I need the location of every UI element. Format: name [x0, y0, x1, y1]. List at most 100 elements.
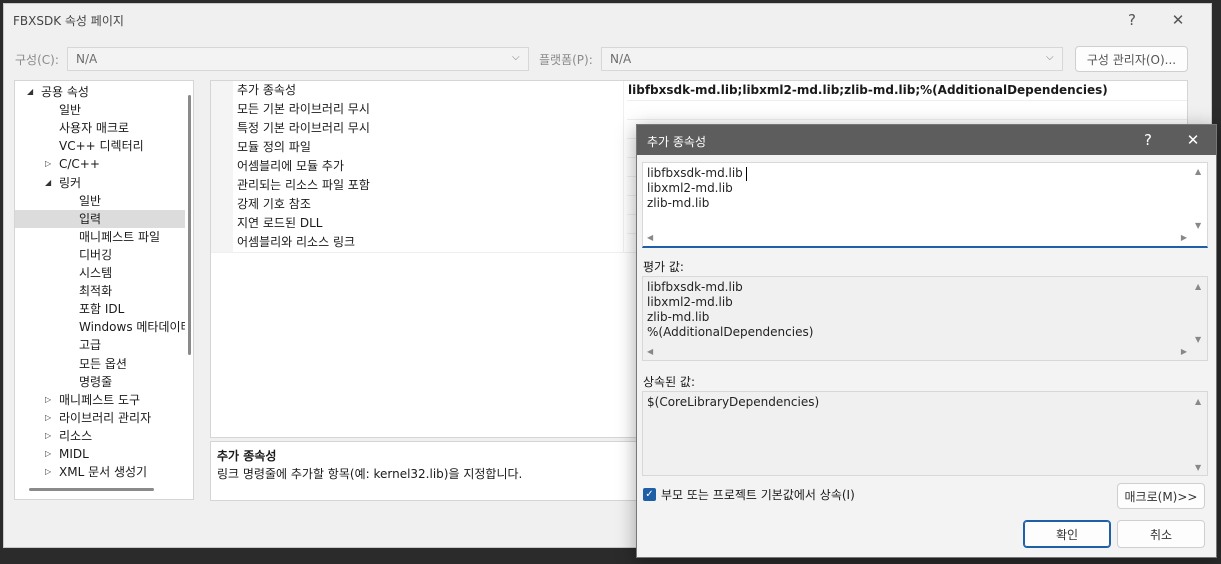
- tree-item[interactable]: VC++ 디렉터리: [15, 137, 185, 155]
- expand-arrow-icon[interactable]: ▷: [45, 445, 55, 463]
- description-text: 링크 명령줄에 추가할 항목(예: kernel32.lib)을 지정합니다.: [217, 467, 523, 481]
- tree-item-label: XML 문서 생성기: [59, 465, 148, 480]
- property-value[interactable]: [623, 100, 1187, 119]
- inherit-checkbox-row[interactable]: ✓ 부모 또는 프로젝트 기본값에서 상속(I): [643, 486, 855, 503]
- text-line: zlib-md.lib: [647, 310, 710, 324]
- tree-item[interactable]: 사용자 매크로: [15, 119, 185, 137]
- vertical-scrollbar[interactable]: ▲ ▼: [1191, 277, 1207, 346]
- dependencies-edit-box[interactable]: libfbxsdk-md.lib libxml2-md.lib zlib-md.li…: [642, 162, 1208, 248]
- tree-item[interactable]: 고급: [15, 336, 185, 354]
- tree-item[interactable]: ▷ C/C++: [15, 155, 185, 173]
- property-name: 어셈블리에 모듈 추가: [233, 157, 627, 176]
- tree-item[interactable]: 일반: [15, 101, 185, 119]
- tree-item-label: C/C++: [59, 157, 100, 172]
- additional-dependencies-dialog: 추가 종속성 ? ✕ libfbxsdk-md.lib libxml2-md.li…: [636, 124, 1217, 558]
- collapse-arrow-icon[interactable]: ◢: [45, 174, 55, 192]
- chevron-down-icon: ⌵: [1046, 52, 1054, 63]
- row-margin: [211, 100, 233, 119]
- inherited-value-box[interactable]: $(CoreLibraryDependencies) ▲ ▼: [642, 391, 1208, 476]
- tree-item-label: 디버깅: [79, 247, 113, 262]
- tree-item[interactable]: Windows 메타데이터: [15, 318, 185, 336]
- platform-combo[interactable]: N/A ⌵: [601, 47, 1063, 71]
- property-name: 모듈 정의 파일: [233, 138, 627, 157]
- text-line: $(CoreLibraryDependencies): [647, 395, 820, 409]
- inherit-checkbox[interactable]: ✓: [643, 488, 656, 501]
- tree-item[interactable]: 일반: [15, 192, 185, 210]
- tree-item[interactable]: 매니페스트 파일: [15, 228, 185, 246]
- row-margin: [211, 176, 233, 195]
- property-name: 모든 기본 라이브러리 무시: [233, 100, 627, 119]
- tree-horizontal-scrollbar[interactable]: [29, 488, 154, 491]
- config-combo[interactable]: N/A ⌵: [67, 47, 529, 71]
- close-icon[interactable]: ✕: [1179, 126, 1207, 154]
- property-row[interactable]: 모든 기본 라이브러리 무시: [211, 100, 1187, 120]
- edit-lines: libfbxsdk-md.lib libxml2-md.lib zlib-md.li…: [647, 166, 743, 211]
- expand-arrow-icon[interactable]: ▷: [45, 391, 55, 409]
- row-margin: [211, 233, 233, 252]
- property-name: 어셈블리와 리소스 링크: [233, 233, 627, 252]
- text-line: %(AdditionalDependencies): [647, 325, 814, 339]
- tree-item[interactable]: ▷ 라이브러리 관리자: [15, 409, 185, 427]
- row-margin: [211, 81, 233, 100]
- tree-item[interactable]: ▷ MIDL: [15, 445, 185, 463]
- horizontal-scrollbar[interactable]: ◀ ▶: [643, 232, 1191, 246]
- expand-arrow-icon[interactable]: ▷: [45, 409, 55, 427]
- vertical-scrollbar[interactable]: ▲ ▼: [1191, 392, 1207, 475]
- property-name: 추가 종속성: [233, 81, 627, 100]
- vertical-scrollbar[interactable]: ▲ ▼: [1191, 163, 1207, 232]
- tree-item[interactable]: 모든 옵션: [15, 355, 185, 373]
- row-margin: [211, 119, 233, 138]
- text-line: libxml2-md.lib: [647, 295, 733, 309]
- tree-item-label: 명령줄: [79, 374, 113, 389]
- expand-arrow-icon[interactable]: ▷: [45, 155, 55, 173]
- property-name: 특정 기본 라이브러리 무시: [233, 119, 627, 138]
- collapse-arrow-icon[interactable]: ◢: [27, 83, 37, 101]
- tree-item-label: 라이브러리 관리자: [59, 410, 152, 425]
- tree-item[interactable]: 입력: [15, 209, 185, 228]
- tree-item-label: 사용자 매크로: [59, 121, 130, 136]
- platform-label: 플랫폼(P):: [539, 53, 593, 67]
- chevron-down-icon: ⌵: [512, 52, 520, 63]
- tree-item-label: 포함 IDL: [79, 302, 125, 317]
- help-icon[interactable]: ?: [1118, 6, 1146, 34]
- property-name: 관리되는 리소스 파일 포함: [233, 176, 627, 195]
- expand-arrow-icon[interactable]: ▷: [45, 427, 55, 445]
- text-line: zlib-md.lib: [647, 196, 710, 210]
- row-margin: [211, 138, 233, 157]
- tree-item-label: Windows 메타데이터: [79, 320, 185, 335]
- horizontal-scrollbar[interactable]: ◀ ▶: [643, 346, 1191, 360]
- expand-arrow-icon[interactable]: ▷: [45, 463, 55, 481]
- tree-item-label: 매니페스트 파일: [79, 229, 161, 244]
- property-value[interactable]: libfbxsdk-md.lib;libxml2-md.lib;zlib-md.…: [623, 81, 1187, 100]
- tree-item[interactable]: ▷ 매니페스트 도구: [15, 391, 185, 409]
- help-icon[interactable]: ?: [1134, 126, 1162, 154]
- category-tree[interactable]: ◢ 공용 속성 일반 사용자 매크로 VC++ 디렉터리 ▷ C/C++ ◢ 링커 일반 입력 매니페…: [14, 80, 194, 500]
- tree-item-label: 시스템: [79, 266, 113, 280]
- tree-item-label: 공용 속성: [41, 85, 89, 99]
- property-row[interactable]: 추가 종속성 libfbxsdk-md.lib;libxml2-md.lib;zl…: [211, 81, 1187, 101]
- tree-item[interactable]: 최적화: [15, 282, 185, 300]
- tree-item[interactable]: ▷ 리소스: [15, 427, 185, 445]
- row-margin: [211, 157, 233, 176]
- text-line: libfbxsdk-md.lib: [647, 280, 743, 294]
- tree-item[interactable]: 디버깅: [15, 246, 185, 264]
- platform-value: N/A: [610, 52, 632, 66]
- close-icon[interactable]: ✕: [1164, 6, 1192, 34]
- cancel-button[interactable]: 취소: [1117, 520, 1205, 548]
- tree-item[interactable]: 명령줄: [15, 373, 185, 391]
- tree-item[interactable]: ◢ 링커: [15, 174, 185, 192]
- tree-item[interactable]: 포함 IDL: [15, 300, 185, 318]
- tree-item-label: MIDL: [59, 447, 89, 461]
- ok-button[interactable]: 확인: [1023, 520, 1111, 548]
- tree-item[interactable]: 시스템: [15, 264, 185, 282]
- tree-item-label: 리소스: [59, 428, 93, 443]
- property-name: 지연 로드된 DLL: [233, 214, 627, 233]
- config-manager-button[interactable]: 구성 관리자(O)...: [1075, 46, 1188, 72]
- tree-item-label: 입력: [79, 211, 102, 226]
- evaluated-value-box[interactable]: libfbxsdk-md.lib libxml2-md.lib zlib-md.li…: [642, 276, 1208, 361]
- tree-item[interactable]: ◢ 공용 속성: [15, 83, 185, 101]
- tree-item[interactable]: ▷ XML 문서 생성기: [15, 463, 185, 481]
- tree-vertical-scrollbar[interactable]: [188, 95, 191, 355]
- macro-button[interactable]: 매크로(M)>>: [1117, 483, 1205, 509]
- evaluated-label: 평가 값:: [643, 260, 684, 274]
